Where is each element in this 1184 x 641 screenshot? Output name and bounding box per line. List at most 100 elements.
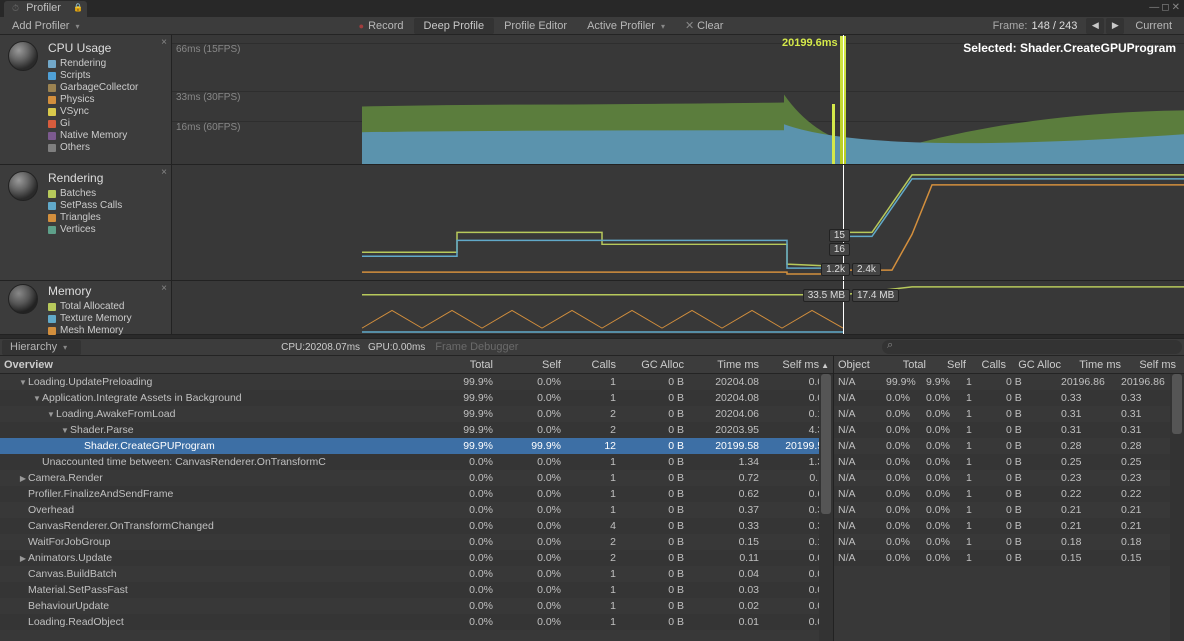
legend-item[interactable]: Scripts <box>48 70 167 82</box>
deep-profile-button[interactable]: Deep Profile <box>414 18 495 34</box>
prev-frame-button[interactable]: ◀ <box>1086 18 1104 34</box>
legend-item[interactable]: Triangles <box>48 212 167 224</box>
table-row[interactable]: N/A0.0%0.0%10 B0.150.15 <box>834 550 1184 566</box>
close-icon[interactable]: × <box>161 167 167 178</box>
legend-item[interactable]: Gi <box>48 118 167 130</box>
table-row[interactable]: N/A0.0%0.0%10 B0.330.33 <box>834 390 1184 406</box>
table-row[interactable]: Material.SetPassFast0.0%0.0%10 B0.030.03 <box>0 582 833 598</box>
legend-item[interactable]: Rendering <box>48 58 167 70</box>
table-row[interactable]: WaitForJobGroup0.0%0.0%20 B0.150.15 <box>0 534 833 550</box>
table-row[interactable]: N/A0.0%0.0%10 B0.310.31 <box>834 422 1184 438</box>
close-icon[interactable]: × <box>161 37 167 48</box>
close-icon[interactable]: × <box>161 283 167 294</box>
col-calls[interactable]: Calls <box>966 359 1006 371</box>
profile-editor-button[interactable]: Profile Editor <box>494 18 577 34</box>
row-name: ▶Camera.Render <box>4 472 425 484</box>
table-row[interactable]: ▼Shader.Parse99.9%0.0%20 B20203.954.37 <box>0 422 833 438</box>
col-total[interactable]: Total <box>886 359 926 371</box>
table-row[interactable]: ▶Camera.Render0.0%0.0%10 B0.720.11 <box>0 470 833 486</box>
scrollbar-thumb[interactable] <box>821 374 831 514</box>
col-calls[interactable]: Calls <box>561 359 616 371</box>
legend-item[interactable]: Total Allocated <box>48 301 167 313</box>
next-frame-button[interactable]: ▶ <box>1106 18 1124 34</box>
memory-side[interactable]: × Memory Total AllocatedTexture MemoryMe… <box>0 281 172 334</box>
table-row[interactable]: Shader.CreateGPUProgram99.9%99.9%120 B20… <box>0 438 833 454</box>
col-gcalloc[interactable]: GC Alloc <box>616 359 684 371</box>
legend-item[interactable]: Native Memory <box>48 130 167 142</box>
table-row[interactable]: Unaccounted time between: CanvasRenderer… <box>0 454 833 470</box>
expand-toggle[interactable]: ▶ <box>18 554 28 563</box>
table-row[interactable]: N/A0.0%0.0%10 B0.280.28 <box>834 438 1184 454</box>
rendering-graph[interactable]: 15 16 1.2k 2.4k <box>172 165 1184 280</box>
rendering-title: Rendering <box>48 171 167 185</box>
row-name: ▼Application.Integrate Assets in Backgro… <box>4 392 425 404</box>
table-row[interactable]: N/A0.0%0.0%10 B0.180.18 <box>834 534 1184 550</box>
expand-toggle[interactable]: ▼ <box>46 410 56 419</box>
col-total[interactable]: Total <box>425 359 493 371</box>
table-row[interactable]: N/A0.0%0.0%10 B0.210.21 <box>834 502 1184 518</box>
maximize-icon[interactable]: ◻ <box>1161 2 1169 13</box>
legend-item[interactable]: Others <box>48 142 167 154</box>
col-timems[interactable]: Time ms <box>1061 359 1121 371</box>
legend-item[interactable]: Vertices <box>48 224 167 236</box>
legend-item[interactable]: Batches <box>48 188 167 200</box>
expand-toggle[interactable]: ▼ <box>32 394 42 403</box>
legend-item[interactable]: VSync <box>48 106 167 118</box>
legend-item[interactable]: Mesh Memory <box>48 325 167 337</box>
record-button[interactable]: Record <box>349 18 414 34</box>
legend-label: Vertices <box>60 224 96 236</box>
add-profiler-button[interactable]: Add Profiler <box>2 18 90 34</box>
table-row[interactable]: N/A0.0%0.0%10 B0.230.23 <box>834 470 1184 486</box>
rendering-side[interactable]: × Rendering BatchesSetPass CallsTriangle… <box>0 165 172 280</box>
memory-graph[interactable]: 33.5 MB 17.4 MB <box>172 281 1184 334</box>
expand-toggle[interactable]: ▼ <box>18 378 28 387</box>
table-row[interactable]: N/A0.0%0.0%10 B0.220.22 <box>834 486 1184 502</box>
table-row[interactable]: Loading.ReadObject0.0%0.0%10 B0.010.01 <box>0 614 833 630</box>
legend-item[interactable]: Texture Memory <box>48 313 167 325</box>
cpu-side[interactable]: × CPU Usage RenderingScriptsGarbageColle… <box>0 35 172 164</box>
col-timems[interactable]: Time ms <box>684 359 759 371</box>
scrollbar[interactable] <box>1170 374 1184 641</box>
table-row[interactable]: Overhead0.0%0.0%10 B0.370.37 <box>0 502 833 518</box>
legend-item[interactable]: SetPass Calls <box>48 200 167 212</box>
scrollbar[interactable] <box>819 374 833 641</box>
table-row[interactable]: N/A99.9%9.9%10 B20196.8620196.86 <box>834 374 1184 390</box>
col-self[interactable]: Self <box>493 359 561 371</box>
expand-toggle[interactable]: ▼ <box>60 426 70 435</box>
table-row[interactable]: ▼Loading.UpdatePreloading99.9%0.0%10 B20… <box>0 374 833 390</box>
minimize-icon[interactable]: — <box>1149 2 1159 13</box>
active-profiler-button[interactable]: Active Profiler <box>577 18 675 34</box>
table-row[interactable]: ▼Loading.AwakeFromLoad99.9%0.0%20 B20204… <box>0 406 833 422</box>
current-button[interactable]: Current <box>1125 18 1182 34</box>
hierarchy-mode-button[interactable]: Hierarchy <box>2 340 81 355</box>
playhead[interactable] <box>843 35 844 164</box>
legend-item[interactable]: Physics <box>48 94 167 106</box>
col-self[interactable]: Self <box>926 359 966 371</box>
col-object[interactable]: Object <box>838 359 886 371</box>
expand-toggle[interactable]: ▶ <box>18 474 28 483</box>
table-row[interactable]: Canvas.BuildBatch0.0%0.0%10 B0.040.04 <box>0 566 833 582</box>
table-row[interactable]: N/A0.0%0.0%10 B0.310.31 <box>834 406 1184 422</box>
cpu-graph[interactable]: 66ms (15FPS) 33ms (30FPS) 16ms (60FPS) 2… <box>172 35 1184 164</box>
table-row[interactable]: Profiler.FinalizeAndSendFrame0.0%0.0%10 … <box>0 486 833 502</box>
close-icon[interactable]: ✕ <box>1172 2 1180 13</box>
lock-icon[interactable]: 🔒 <box>73 3 83 12</box>
table-row[interactable]: N/A0.0%0.0%10 B0.210.21 <box>834 518 1184 534</box>
frame-debugger-link[interactable]: Frame Debugger <box>435 341 518 353</box>
scrollbar-thumb[interactable] <box>1172 374 1182 434</box>
search-input[interactable] <box>882 340 1182 354</box>
tab-profiler[interactable]: Profiler 🔒 <box>4 1 87 17</box>
col-gcalloc[interactable]: GC Alloc <box>1006 359 1061 371</box>
table-row[interactable]: ▼Application.Integrate Assets in Backgro… <box>0 390 833 406</box>
legend-item[interactable]: GarbageCollector <box>48 82 167 94</box>
col-overview[interactable]: Overview <box>4 359 425 371</box>
table-row[interactable]: CanvasRenderer.OnTransformChanged0.0%0.0… <box>0 518 833 534</box>
table-row[interactable]: BehaviourUpdate0.0%0.0%10 B0.020.02 <box>0 598 833 614</box>
hierarchy-header: Overview Total Self Calls GC Alloc Time … <box>0 356 833 374</box>
sort-icon: ▲ <box>821 361 829 370</box>
table-row[interactable]: ▶Animators.Update0.0%0.0%20 B0.110.01 <box>0 550 833 566</box>
clear-button[interactable]: ✕Clear <box>675 18 734 34</box>
col-selfms[interactable]: Self ms▲ <box>759 359 829 371</box>
col-selfms[interactable]: Self ms <box>1121 359 1176 371</box>
table-row[interactable]: N/A0.0%0.0%10 B0.250.25 <box>834 454 1184 470</box>
